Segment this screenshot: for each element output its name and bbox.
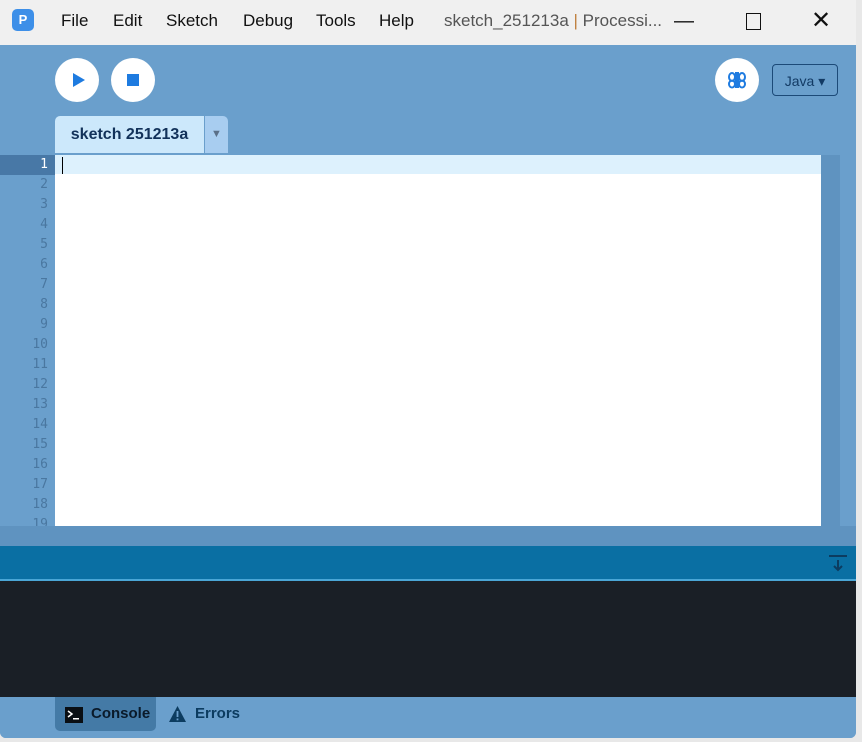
console-label: Console (91, 705, 151, 722)
processing-logo-icon: P (12, 9, 34, 31)
butterfly-debug-icon (728, 72, 746, 89)
line-number: 3 (40, 197, 48, 212)
clear-console-icon[interactable] (828, 554, 848, 574)
app-name: Processi... (582, 11, 663, 30)
horizontal-scrollbar[interactable] (0, 526, 856, 546)
menu-sketch[interactable]: Sketch (166, 11, 218, 31)
code-editor[interactable] (55, 155, 821, 526)
menu-file[interactable]: File (61, 11, 88, 31)
chevron-down-icon: ▼ (211, 128, 222, 140)
stop-icon (127, 74, 139, 86)
tab-menu-button[interactable]: ▼ (205, 116, 228, 153)
line-number: 11 (32, 357, 48, 372)
line-number: 6 (40, 257, 48, 272)
line-number: 18 (32, 497, 48, 512)
line-number: 5 (40, 237, 48, 252)
processing-window: P File Edit Sketch Debug Tools Help sket… (0, 0, 856, 738)
console-header (0, 546, 856, 581)
menu-help[interactable]: Help (379, 11, 414, 31)
stop-button[interactable] (111, 58, 155, 102)
tab-errors[interactable]: Errors (195, 705, 240, 722)
line-number: 16 (32, 457, 48, 472)
line-number: 4 (40, 217, 48, 232)
line-number: 10 (32, 337, 48, 352)
line-number-gutter: 1 2 3 4 5 6 7 8 9 10 11 12 13 14 15 16 17 18 19 (0, 155, 55, 532)
line-number: 7 (40, 277, 48, 292)
close-button[interactable]: ✕ (801, 6, 841, 36)
tab-sketch[interactable]: sketch 251213a (55, 116, 204, 153)
play-icon (73, 73, 85, 87)
console-output[interactable] (0, 581, 856, 697)
menu-tools[interactable]: Tools (316, 11, 356, 31)
vertical-scrollbar[interactable] (821, 155, 840, 526)
minimize-button[interactable]: — (664, 6, 704, 36)
line-number: 1 (0, 155, 55, 175)
menu-edit[interactable]: Edit (113, 11, 142, 31)
line-number: 15 (32, 437, 48, 452)
current-line-highlight (55, 155, 821, 174)
sketch-name: sketch_251213a (444, 11, 569, 30)
line-number: 14 (32, 417, 48, 432)
warning-icon[interactable] (168, 705, 187, 723)
menu-debug[interactable]: Debug (243, 11, 293, 31)
window-title: sketch_251213a | Processi... (444, 11, 662, 31)
line-number: 2 (40, 177, 48, 192)
title-bar: P File Edit Sketch Debug Tools Help sket… (0, 0, 856, 45)
title-separator: | (573, 11, 578, 30)
maximize-button[interactable] (733, 6, 773, 36)
line-number: 13 (32, 397, 48, 412)
run-button[interactable] (55, 58, 99, 102)
line-number: 9 (40, 317, 48, 332)
tab-console[interactable]: Console (55, 697, 156, 731)
mode-selector[interactable]: Java ▾ (772, 64, 838, 96)
text-caret (62, 157, 63, 174)
line-number: 8 (40, 297, 48, 312)
terminal-icon (65, 707, 83, 723)
bottom-tabs: Console Errors (0, 697, 856, 738)
debugger-button[interactable] (715, 58, 759, 102)
line-number: 12 (32, 377, 48, 392)
line-number: 17 (32, 477, 48, 492)
